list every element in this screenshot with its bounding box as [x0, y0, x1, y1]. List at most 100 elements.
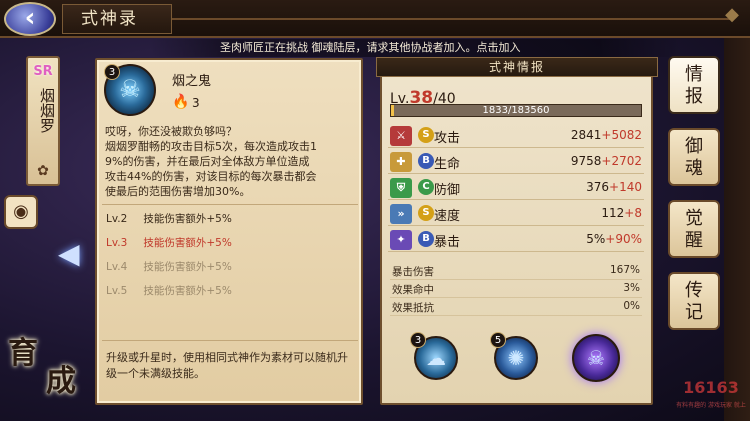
stat-bonus: +140	[609, 180, 642, 194]
tab-label-char: 传	[685, 280, 703, 301]
substat-row: 效果命中 3%	[390, 280, 642, 298]
attack-icon: ⚔	[390, 126, 412, 146]
exp-text: 1833/183560	[482, 105, 550, 116]
previous-arrow-icon[interactable]: ◀	[58, 240, 94, 268]
skill-level-row: Lv.4 技能伤害额外+5%	[106, 260, 232, 274]
swirl-icon: ✺	[507, 346, 525, 370]
coop-invite-banner[interactable]: 圣肉师匠正在挑战 御魂陆层，请求其他协战者加入。点击加入	[150, 39, 680, 57]
ghost-icon: ☁	[426, 346, 446, 370]
stat-base: 376	[586, 180, 610, 194]
stat-grade: S	[418, 127, 434, 143]
stat-grade: S	[418, 205, 434, 221]
right-frame	[724, 38, 750, 421]
stat-row: ✦ B 暴击 5%+90%	[388, 228, 644, 252]
stat-value: 112+8	[601, 206, 642, 220]
rarity-badge: SR	[33, 64, 53, 79]
level-effect: 技能伤害额外+5%	[143, 261, 232, 273]
upgrade-note: 升级或升星时，使用相同式神作为素材可以随机升级一个未满级技能。	[106, 351, 348, 380]
substat-value: 167%	[609, 264, 640, 276]
skill-slot-badge: 3	[410, 332, 426, 348]
exp-bar: 1833/183560	[390, 104, 642, 117]
stat-row: ✚ B 生命 9758+2702	[388, 150, 644, 174]
watermark-text: 16163	[683, 378, 739, 397]
level-label: Lv.2	[106, 213, 128, 225]
stat-base: 2841	[570, 128, 602, 142]
divider	[102, 340, 358, 341]
stat-grade: B	[418, 231, 434, 247]
nurture-char-2: 成	[46, 364, 76, 399]
skill-cost: 3	[192, 96, 200, 110]
level-label: Lv.5	[106, 285, 128, 297]
stat-bonus: +5082	[601, 128, 642, 142]
divider	[102, 204, 358, 205]
skill-description: 哎呀，你还没被欺负够吗？ 烟烟罗酣畅的攻击目标5次，每次造成攻击1 9%的伤害，…	[105, 125, 317, 198]
hp-icon: ✚	[390, 152, 412, 172]
tab-label-char: 醒	[685, 230, 703, 251]
substat-row: 暴击伤害 167%	[390, 262, 642, 280]
speed-icon: »	[390, 204, 412, 224]
nurture-button[interactable]: 育 成	[6, 318, 90, 408]
substat-label: 暴击伤害	[392, 266, 434, 278]
level-label: Lv.4	[106, 261, 128, 273]
stat-row: ⛨ C 防御 376+140	[388, 176, 644, 200]
back-button[interactable]: ‹	[4, 2, 56, 36]
substat-label: 效果命中	[392, 284, 434, 296]
tab-label-char: 记	[685, 302, 703, 323]
skill-level-badge: 3	[104, 64, 120, 80]
tab-label-char: 报	[685, 86, 703, 107]
stat-bonus: +90%	[605, 232, 642, 246]
site-watermark: 16163 有料有趣的 游戏玩家 就上	[674, 374, 748, 414]
skill-level-row: Lv.2 技能伤害额外+5%	[106, 212, 232, 226]
substat-label: 效果抵抗	[392, 302, 434, 314]
stat-value: 2841+5082	[571, 128, 642, 142]
stat-name: 暴击	[434, 235, 461, 250]
skill-name: 烟之鬼	[172, 74, 212, 89]
tab-biography[interactable]: 传 记	[668, 272, 720, 330]
stat-name: 速度	[434, 209, 461, 224]
tab-label-char: 魂	[685, 158, 703, 179]
tab-awaken[interactable]: 觉 醒	[668, 200, 720, 258]
stat-bonus: +8	[624, 206, 642, 220]
tab-mitama[interactable]: 御 魂	[668, 128, 720, 186]
defense-icon: ⛨	[390, 178, 412, 198]
stat-name: 防御	[434, 183, 461, 198]
skill-level-row: Lv.5 技能伤害额外+5%	[106, 284, 232, 298]
ornament-icon: ◆	[725, 4, 739, 25]
watermark-subtext: 有料有趣的 游戏玩家 就上	[676, 402, 746, 409]
tab-label-char: 御	[685, 136, 703, 157]
substat-value: 0%	[623, 300, 640, 312]
level-effect: 技能伤害额外+5%	[143, 285, 232, 297]
level-effect: 技能伤害额外+5%	[143, 213, 232, 225]
demon-face-icon: ☠	[587, 346, 605, 370]
skill-slot-badge: 5	[490, 332, 506, 348]
nurture-char-1: 育	[8, 336, 38, 371]
stat-name: 生命	[434, 157, 461, 172]
stat-grade: C	[418, 179, 434, 195]
stat-base: 9758	[570, 154, 602, 168]
stat-row: » S 速度 112+8	[388, 202, 644, 226]
info-panel-header: 式神情报	[376, 57, 658, 77]
stat-value: 9758+2702	[571, 154, 642, 168]
stat-bonus: +2702	[601, 154, 642, 168]
substat-value: 3%	[623, 282, 640, 294]
stat-value: 376+140	[586, 180, 642, 194]
tab-info[interactable]: 情 报	[668, 56, 720, 114]
skill-slot-3[interactable]: ☠	[572, 334, 620, 382]
character-name: 烟烟罗	[38, 88, 56, 133]
level-effect: 技能伤害额外+5%	[143, 237, 232, 249]
stat-value: 5%+90%	[586, 232, 642, 246]
skin-icon: ✿	[37, 163, 49, 179]
stat-name: 攻击	[434, 131, 461, 146]
stat-grade: B	[418, 153, 434, 169]
top-divider	[172, 18, 732, 20]
onibi-flame-icon: 🔥	[172, 94, 190, 110]
level-label: Lv.3	[106, 237, 128, 249]
camera-button[interactable]: ◉	[4, 195, 38, 229]
stat-base: 5%	[586, 232, 606, 246]
stat-base: 112	[601, 206, 625, 220]
tab-label-char: 觉	[685, 208, 703, 229]
crit-icon: ✦	[390, 230, 412, 250]
page-title: 式神录	[62, 4, 172, 34]
skill-level-row: Lv.3 技能伤害额外+5%	[106, 236, 232, 250]
substat-row: 效果抵抗 0%	[390, 298, 642, 316]
